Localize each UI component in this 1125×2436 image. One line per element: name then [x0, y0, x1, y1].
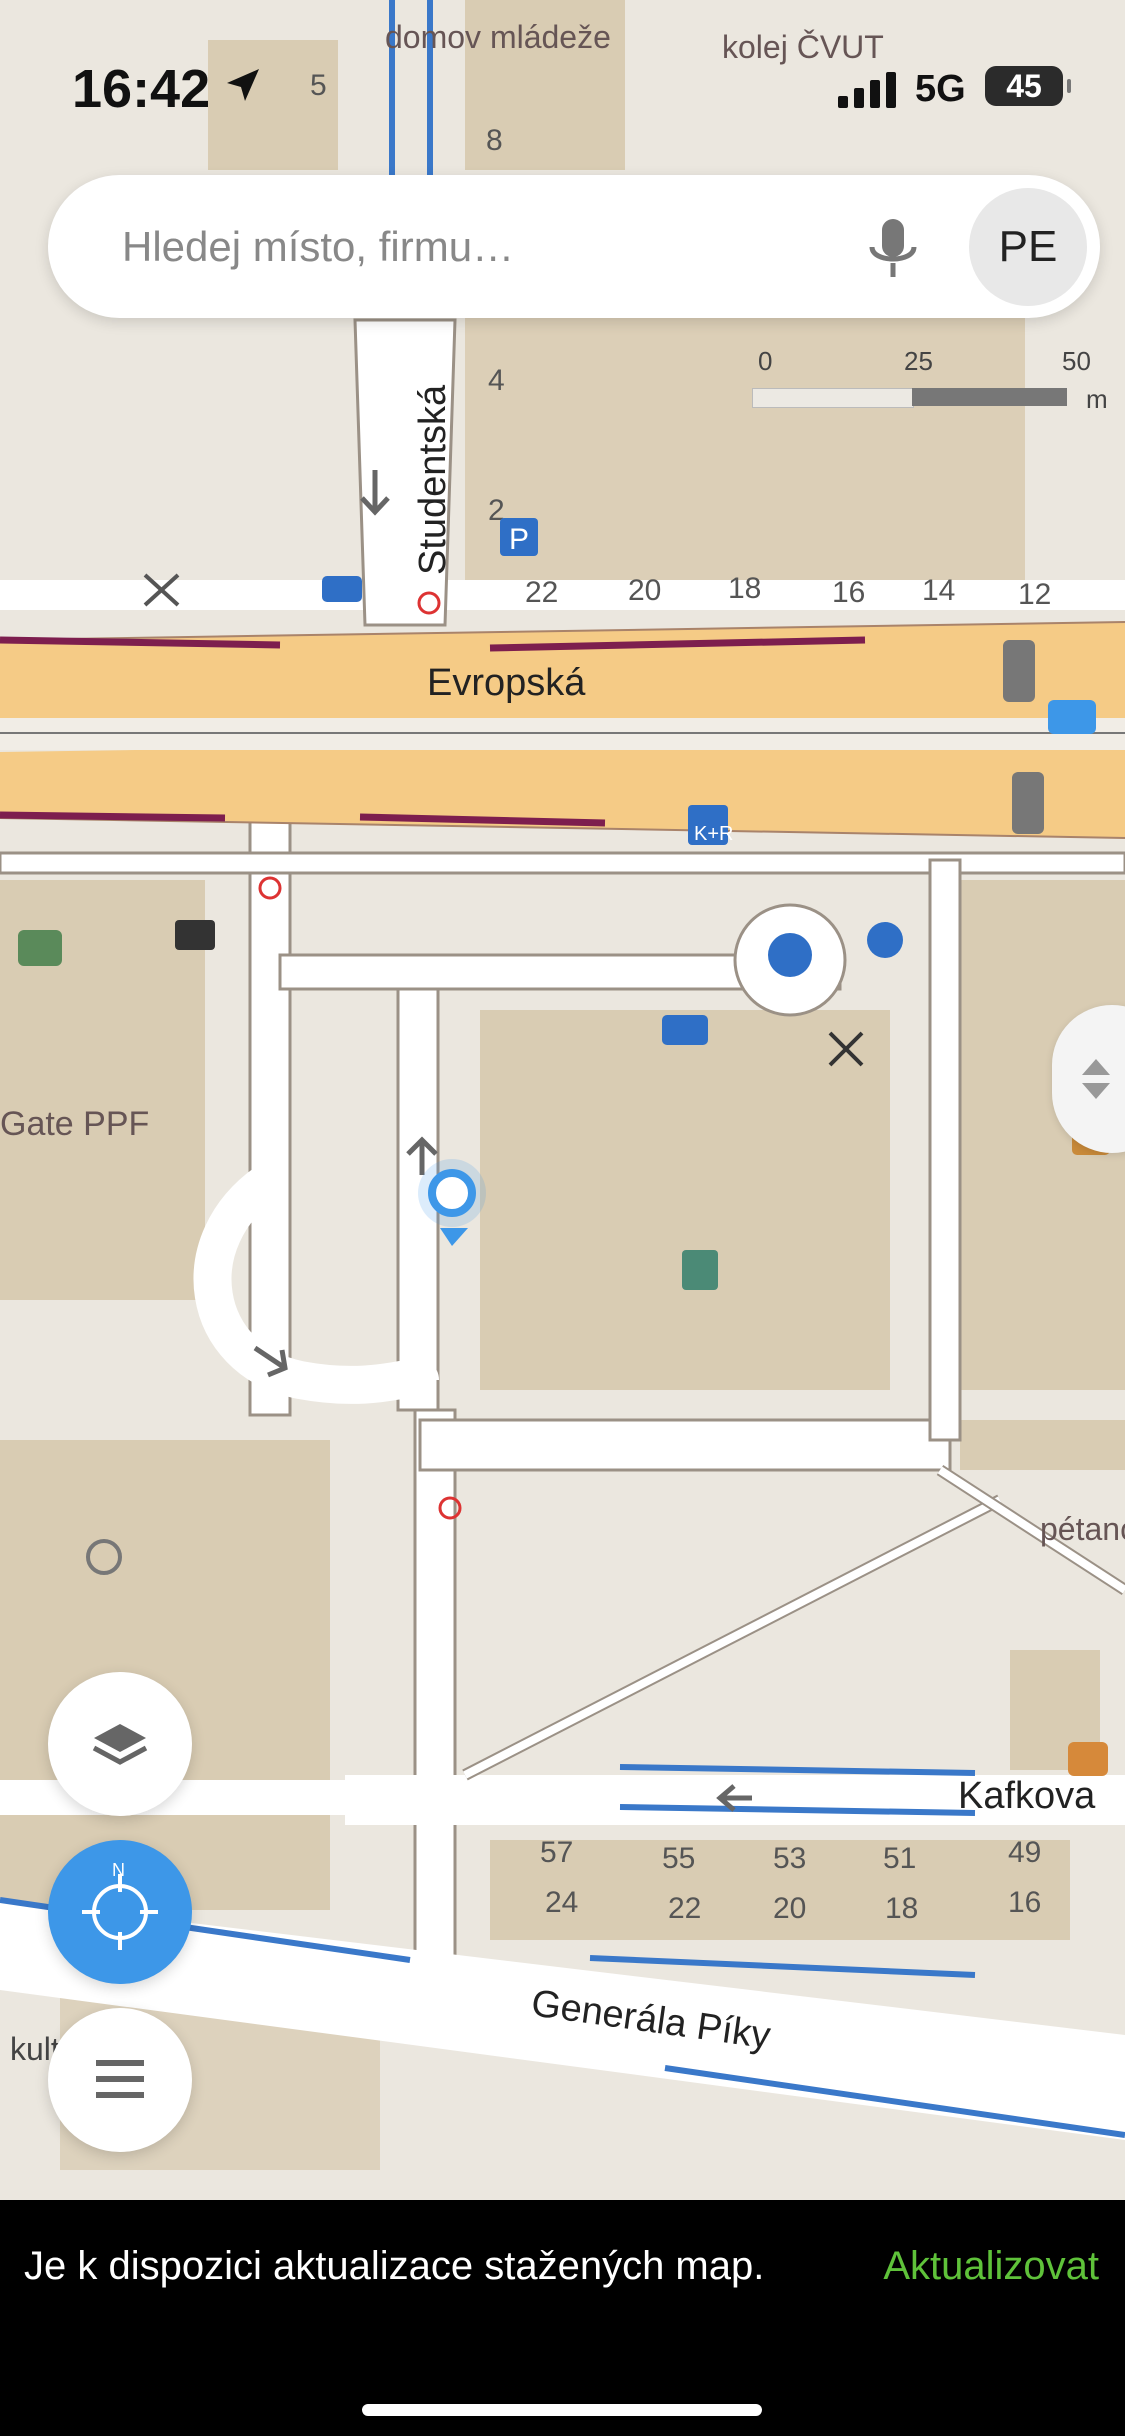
street-studentska: Studentská — [412, 384, 454, 575]
svg-text:16: 16 — [1008, 1886, 1041, 1919]
search-bar[interactable]: PE — [48, 175, 1100, 318]
svg-text:53: 53 — [773, 1842, 806, 1875]
svg-text:24: 24 — [545, 1886, 578, 1919]
battery-indicator: 45 — [985, 66, 1071, 106]
svg-text:51: 51 — [883, 1842, 916, 1875]
network-type: 5G — [915, 68, 966, 110]
svg-text:P: P — [509, 523, 529, 556]
svg-text:18: 18 — [885, 1892, 918, 1925]
svg-text:18: 18 — [728, 572, 761, 605]
street-evropska: Evropská — [427, 662, 586, 704]
user-avatar[interactable]: PE — [969, 188, 1087, 306]
svg-text:57: 57 — [540, 1836, 573, 1869]
svg-text:14: 14 — [922, 574, 955, 607]
svg-text:N: N — [112, 1862, 125, 1880]
svg-text:49: 49 — [1008, 1836, 1041, 1869]
microphone-icon[interactable] — [858, 213, 928, 283]
up-down-icon — [1082, 1059, 1110, 1099]
status-bar: 16:42 5G 45 — [0, 0, 1125, 170]
banner-message: Je k dispozici aktualizace stažených map… — [24, 2244, 765, 2288]
place-petanque: pétanc — [1040, 1511, 1125, 1547]
menu-icon — [96, 2060, 144, 2098]
locate-button[interactable]: N — [48, 1840, 192, 1984]
update-link[interactable]: Aktualizovat — [883, 2244, 1099, 2289]
status-time: 16:42 — [72, 59, 211, 119]
svg-text:22: 22 — [668, 1892, 701, 1925]
menu-button[interactable] — [48, 2008, 192, 2152]
svg-text:4: 4 — [488, 364, 505, 397]
layers-icon — [92, 1724, 148, 1765]
locate-icon: N — [82, 1862, 158, 1950]
svg-text:55: 55 — [662, 1842, 695, 1875]
search-input[interactable] — [120, 221, 884, 273]
svg-text:20: 20 — [628, 574, 661, 607]
map-scale: 0 25 50 m — [752, 340, 1112, 420]
home-indicator[interactable] — [362, 2404, 762, 2416]
update-banner: Je k dispozici aktualizace stažených map… — [0, 2200, 1125, 2436]
street-kafkova: Kafkova — [958, 1775, 1096, 1817]
svg-text:20: 20 — [773, 1892, 806, 1925]
location-arrow-icon — [227, 69, 259, 101]
svg-text:22: 22 — [525, 576, 558, 609]
svg-text:12: 12 — [1018, 578, 1051, 611]
svg-text:K+R: K+R — [694, 823, 733, 845]
place-gate-ppf: Gate PPF — [0, 1105, 149, 1143]
svg-text:16: 16 — [832, 576, 865, 609]
signal-icon — [838, 72, 896, 108]
layers-button[interactable] — [48, 1672, 192, 1816]
